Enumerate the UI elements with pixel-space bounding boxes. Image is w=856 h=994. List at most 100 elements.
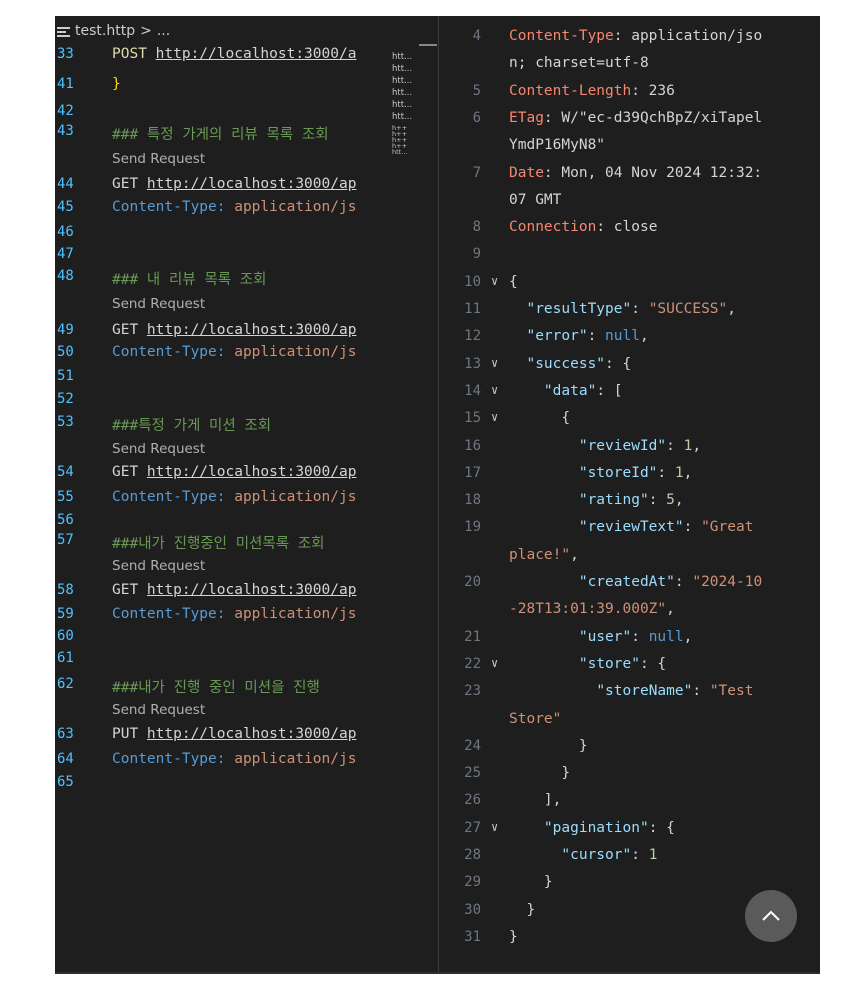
line-text: Send Request xyxy=(112,558,205,574)
code-line: 45 Content-Type: application/js xyxy=(55,199,385,223)
minimap-line: htt... xyxy=(392,88,413,98)
token: "storeId" xyxy=(578,464,658,481)
token: "reviewId" xyxy=(578,437,667,454)
token: } xyxy=(509,874,553,891)
minimap-slider[interactable] xyxy=(419,44,437,46)
token: "2024-10 xyxy=(692,574,763,590)
request-url-link[interactable]: http://localhost:3000/ap xyxy=(147,582,357,598)
line-text: GET http://localhost:3000/ap xyxy=(112,176,356,192)
line-number: 15 xyxy=(464,410,481,427)
token: null xyxy=(605,328,640,345)
response-line: 16 "reviewId": 1, xyxy=(439,438,820,465)
line-number: 25 xyxy=(464,765,481,782)
response-line: 18 "rating": 5, xyxy=(439,492,820,519)
token: "error" xyxy=(526,328,588,345)
line-text: } xyxy=(509,738,588,754)
line-text: Send Request xyxy=(112,296,205,312)
minimap-line: htt... xyxy=(392,100,413,110)
response-line: 10 ∨ { xyxy=(439,274,820,301)
response-pane[interactable]: 4 Content-Type: application/jso n; charset… xyxy=(439,16,820,974)
line-number: 28 xyxy=(464,847,481,863)
response-line: 13 ∨ "success": { xyxy=(439,356,820,383)
code-line: 61 xyxy=(55,650,385,674)
line-number: 63 xyxy=(57,726,74,742)
minimap[interactable]: htt... htt... htt... htt... htt... htt... h++ h… xyxy=(388,44,438,184)
request-url-link[interactable]: http://localhost:3000/a xyxy=(156,46,357,62)
line-number: 62 xyxy=(57,676,74,692)
line-text: { xyxy=(509,410,570,426)
send-request-link[interactable]: Send Request xyxy=(112,296,205,312)
send-request-row: Send Request xyxy=(55,702,385,726)
request-url-link[interactable]: http://localhost:3000/ap xyxy=(147,464,357,480)
token: ### 내 리뷰 목록 조회 xyxy=(112,272,267,288)
token: POST xyxy=(112,46,156,62)
response-line: 9 xyxy=(439,246,820,273)
line-number: 8 xyxy=(472,219,481,236)
send-request-row: Send Request xyxy=(55,296,385,320)
request-editor-pane[interactable]: test.http > ... 33 POST http://localhost:… xyxy=(55,16,385,974)
line-number: 26 xyxy=(464,792,481,809)
line-number: 46 xyxy=(57,224,74,240)
fold-chevron-icon[interactable]: ∨ xyxy=(491,274,498,288)
token: : { xyxy=(639,655,667,672)
fold-chevron-icon[interactable]: ∨ xyxy=(491,656,498,670)
scroll-to-top-button[interactable] xyxy=(745,890,797,942)
fold-chevron-icon[interactable]: ∨ xyxy=(491,410,498,424)
send-request-link[interactable]: Send Request xyxy=(112,441,205,457)
code-line: 53 ###특정 가게 미션 조회 xyxy=(55,414,385,438)
line-number: 17 xyxy=(464,464,481,481)
line-text: ### 특정 가게의 리뷰 목록 조회 xyxy=(112,123,329,144)
line-text: "reviewId": 1, xyxy=(509,438,701,454)
breadcrumb-file[interactable]: test.http xyxy=(75,23,135,39)
line-text: Store" xyxy=(509,711,561,727)
fold-chevron-icon[interactable]: ∨ xyxy=(491,820,498,834)
token: ###특정 가게 미션 조회 xyxy=(112,418,272,434)
code-line: 50 Content-Type: application/js xyxy=(55,344,385,368)
line-number: 45 xyxy=(57,199,74,215)
menu-lines-icon xyxy=(57,26,70,37)
response-line: 12 "error": null, xyxy=(439,328,820,355)
line-number: 58 xyxy=(57,582,74,598)
fold-chevron-icon[interactable]: ∨ xyxy=(491,356,498,370)
token: } xyxy=(509,901,536,918)
token: } xyxy=(509,737,588,754)
token: , xyxy=(683,628,693,645)
code-line: 46 xyxy=(55,224,385,248)
request-url-link[interactable]: http://localhost:3000/ap xyxy=(147,322,357,338)
line-text: -28T13:01:39.000Z", xyxy=(509,601,675,617)
line-text: GET http://localhost:3000/ap xyxy=(112,582,356,598)
fold-chevron-icon[interactable]: ∨ xyxy=(491,383,498,397)
line-number: 50 xyxy=(57,344,74,360)
send-request-link[interactable]: Send Request xyxy=(112,151,205,167)
line-text: PUT http://localhost:3000/ap xyxy=(112,726,356,742)
line-number: 43 xyxy=(57,123,74,139)
line-text: "success": { xyxy=(509,356,631,372)
code-line: 60 xyxy=(55,628,385,652)
token: : xyxy=(692,683,710,700)
response-line: 8 Connection: close xyxy=(439,219,820,246)
token: GET xyxy=(112,176,147,192)
send-request-link[interactable]: Send Request xyxy=(112,702,205,718)
token: 1 xyxy=(674,464,684,481)
response-line: 23 "storeName": "Test xyxy=(439,683,820,710)
line-text: "createdAt": "2024-10 xyxy=(509,574,762,590)
token: : Mon, 04 Nov 2024 12:32: xyxy=(543,164,763,181)
token: 1 xyxy=(648,847,658,863)
token: "Test xyxy=(709,683,754,700)
token: : xyxy=(648,492,667,509)
token: } xyxy=(509,765,571,782)
send-request-link[interactable]: Send Request xyxy=(112,558,205,574)
request-url-link[interactable]: http://localhost:3000/ap xyxy=(147,726,357,742)
line-text: Send Request xyxy=(112,702,205,718)
line-number: 59 xyxy=(57,606,74,622)
request-url-link[interactable]: http://localhost:3000/ap xyxy=(147,176,357,192)
breadcrumb-more[interactable]: ... xyxy=(157,23,170,39)
minimap-line: htt... xyxy=(392,112,413,122)
